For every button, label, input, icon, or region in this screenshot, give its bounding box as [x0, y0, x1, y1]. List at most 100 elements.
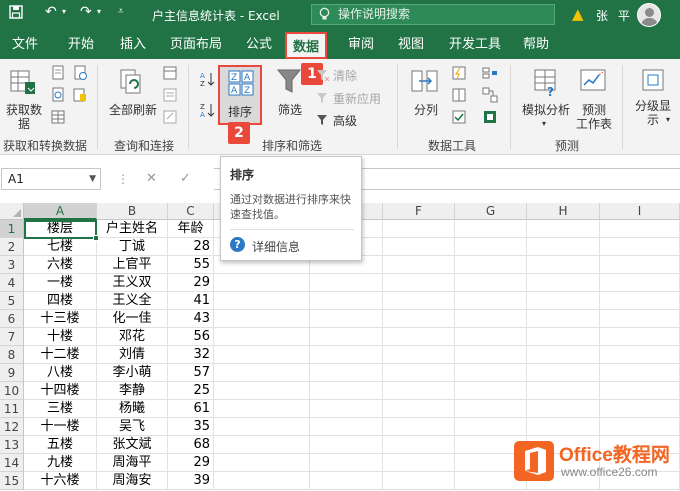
from-table-icon[interactable] — [50, 109, 66, 128]
table-cell[interactable] — [600, 310, 680, 328]
table-cell[interactable]: 39 — [168, 472, 214, 490]
table-cell[interactable]: 十二楼 — [24, 346, 97, 364]
avatar[interactable] — [637, 3, 661, 27]
row-header[interactable]: 14 — [0, 454, 24, 472]
tab-file[interactable]: 文件 — [12, 30, 38, 59]
row-header[interactable]: 12 — [0, 418, 24, 436]
table-cell[interactable] — [600, 328, 680, 346]
reapply-button[interactable]: 重新应用 — [333, 92, 381, 106]
save-icon[interactable] — [9, 5, 23, 23]
table-cell[interactable] — [455, 292, 527, 310]
table-cell[interactable] — [383, 310, 455, 328]
table-cell[interactable]: 一楼 — [24, 274, 97, 292]
table-cell[interactable] — [527, 418, 600, 436]
table-cell[interactable] — [214, 418, 310, 436]
row-header[interactable]: 5 — [0, 292, 24, 310]
row-header[interactable]: 9 — [0, 364, 24, 382]
table-cell[interactable] — [383, 454, 455, 472]
filter-icon[interactable] — [276, 67, 302, 98]
select-all-button[interactable] — [0, 203, 24, 220]
table-cell[interactable]: 李静 — [97, 382, 168, 400]
table-cell[interactable] — [310, 382, 383, 400]
column-header-i[interactable]: I — [600, 203, 680, 220]
tab-formulas[interactable]: 公式 — [246, 30, 272, 59]
table-cell[interactable] — [214, 346, 310, 364]
table-cell[interactable]: 十四楼 — [24, 382, 97, 400]
table-cell[interactable] — [310, 346, 383, 364]
table-cell[interactable] — [455, 382, 527, 400]
text-to-columns-button[interactable]: 分列 — [406, 103, 446, 117]
tab-view[interactable]: 视图 — [398, 30, 424, 59]
table-cell[interactable] — [383, 238, 455, 256]
outline-icon[interactable] — [640, 67, 666, 96]
table-cell[interactable] — [527, 346, 600, 364]
table-cell[interactable] — [310, 274, 383, 292]
table-cell[interactable] — [310, 364, 383, 382]
column-header-f[interactable]: F — [383, 203, 455, 220]
table-cell[interactable] — [455, 220, 527, 238]
warning-icon[interactable]: ▲ — [572, 5, 584, 23]
table-cell[interactable]: 57 — [168, 364, 214, 382]
table-cell[interactable] — [310, 328, 383, 346]
table-cell[interactable] — [600, 274, 680, 292]
table-cell[interactable]: 四楼 — [24, 292, 97, 310]
table-cell[interactable]: 六楼 — [24, 256, 97, 274]
refresh-all-icon[interactable] — [117, 67, 147, 100]
table-cell[interactable] — [383, 382, 455, 400]
flash-fill-icon[interactable] — [451, 65, 467, 84]
column-header-c[interactable]: C — [168, 203, 214, 220]
table-cell[interactable]: 李小萌 — [97, 364, 168, 382]
table-cell[interactable]: 张文斌 — [97, 436, 168, 454]
table-cell[interactable]: 七楼 — [24, 238, 97, 256]
customize-qat-icon[interactable]: ⩡ — [118, 6, 124, 17]
row-header[interactable]: 8 — [0, 346, 24, 364]
table-cell[interactable]: 刘倩 — [97, 346, 168, 364]
queries-connections-icon[interactable] — [162, 65, 178, 84]
help-icon[interactable]: ? — [230, 237, 245, 252]
table-cell[interactable]: 九楼 — [24, 454, 97, 472]
table-cell[interactable] — [527, 364, 600, 382]
data-validation-icon[interactable] — [451, 109, 467, 128]
table-cell[interactable] — [455, 238, 527, 256]
table-cell[interactable]: 周海平 — [97, 454, 168, 472]
table-cell[interactable] — [383, 436, 455, 454]
table-cell[interactable]: 28 — [168, 238, 214, 256]
existing-connections-icon[interactable] — [72, 87, 88, 106]
table-cell[interactable] — [310, 310, 383, 328]
table-cell[interactable]: 户主姓名 — [97, 220, 168, 238]
row-header[interactable]: 10 — [0, 382, 24, 400]
table-cell[interactable]: 十楼 — [24, 328, 97, 346]
table-cell[interactable]: 丁诚 — [97, 238, 168, 256]
redo-icon[interactable]: ↷ — [80, 4, 92, 20]
table-cell[interactable] — [527, 220, 600, 238]
table-cell[interactable] — [527, 238, 600, 256]
forecast-sheet-icon[interactable] — [579, 67, 609, 100]
tab-review[interactable]: 审阅 — [348, 30, 374, 59]
fill-handle[interactable] — [93, 235, 99, 241]
table-cell[interactable]: 王义全 — [97, 292, 168, 310]
table-cell[interactable] — [310, 472, 383, 490]
column-header-g[interactable]: G — [455, 203, 527, 220]
table-cell[interactable]: 吴飞 — [97, 418, 168, 436]
row-header[interactable]: 13 — [0, 436, 24, 454]
tab-page-layout[interactable]: 页面布局 — [170, 30, 222, 59]
get-data-button[interactable]: 获取数 据 — [2, 103, 46, 131]
table-cell[interactable] — [310, 436, 383, 454]
table-cell[interactable] — [455, 274, 527, 292]
tell-me-search-input[interactable]: 操作说明搜索 — [311, 4, 555, 25]
table-cell[interactable] — [600, 220, 680, 238]
what-if-icon[interactable]: ? — [532, 67, 560, 100]
table-cell[interactable] — [600, 400, 680, 418]
tab-developer[interactable]: 开发工具 — [449, 30, 501, 59]
table-cell[interactable] — [310, 292, 383, 310]
text-to-columns-icon[interactable] — [410, 67, 440, 100]
row-header[interactable]: 3 — [0, 256, 24, 274]
remove-duplicates-icon[interactable] — [451, 87, 467, 106]
clear-button[interactable]: 清除 — [333, 69, 357, 83]
table-cell[interactable] — [383, 472, 455, 490]
from-web-icon[interactable] — [50, 87, 66, 106]
table-cell[interactable] — [383, 364, 455, 382]
table-cell[interactable]: 十六楼 — [24, 472, 97, 490]
get-data-icon[interactable] — [9, 67, 39, 100]
forecast-sheet-button[interactable]: 预测 工作表 — [574, 103, 614, 131]
